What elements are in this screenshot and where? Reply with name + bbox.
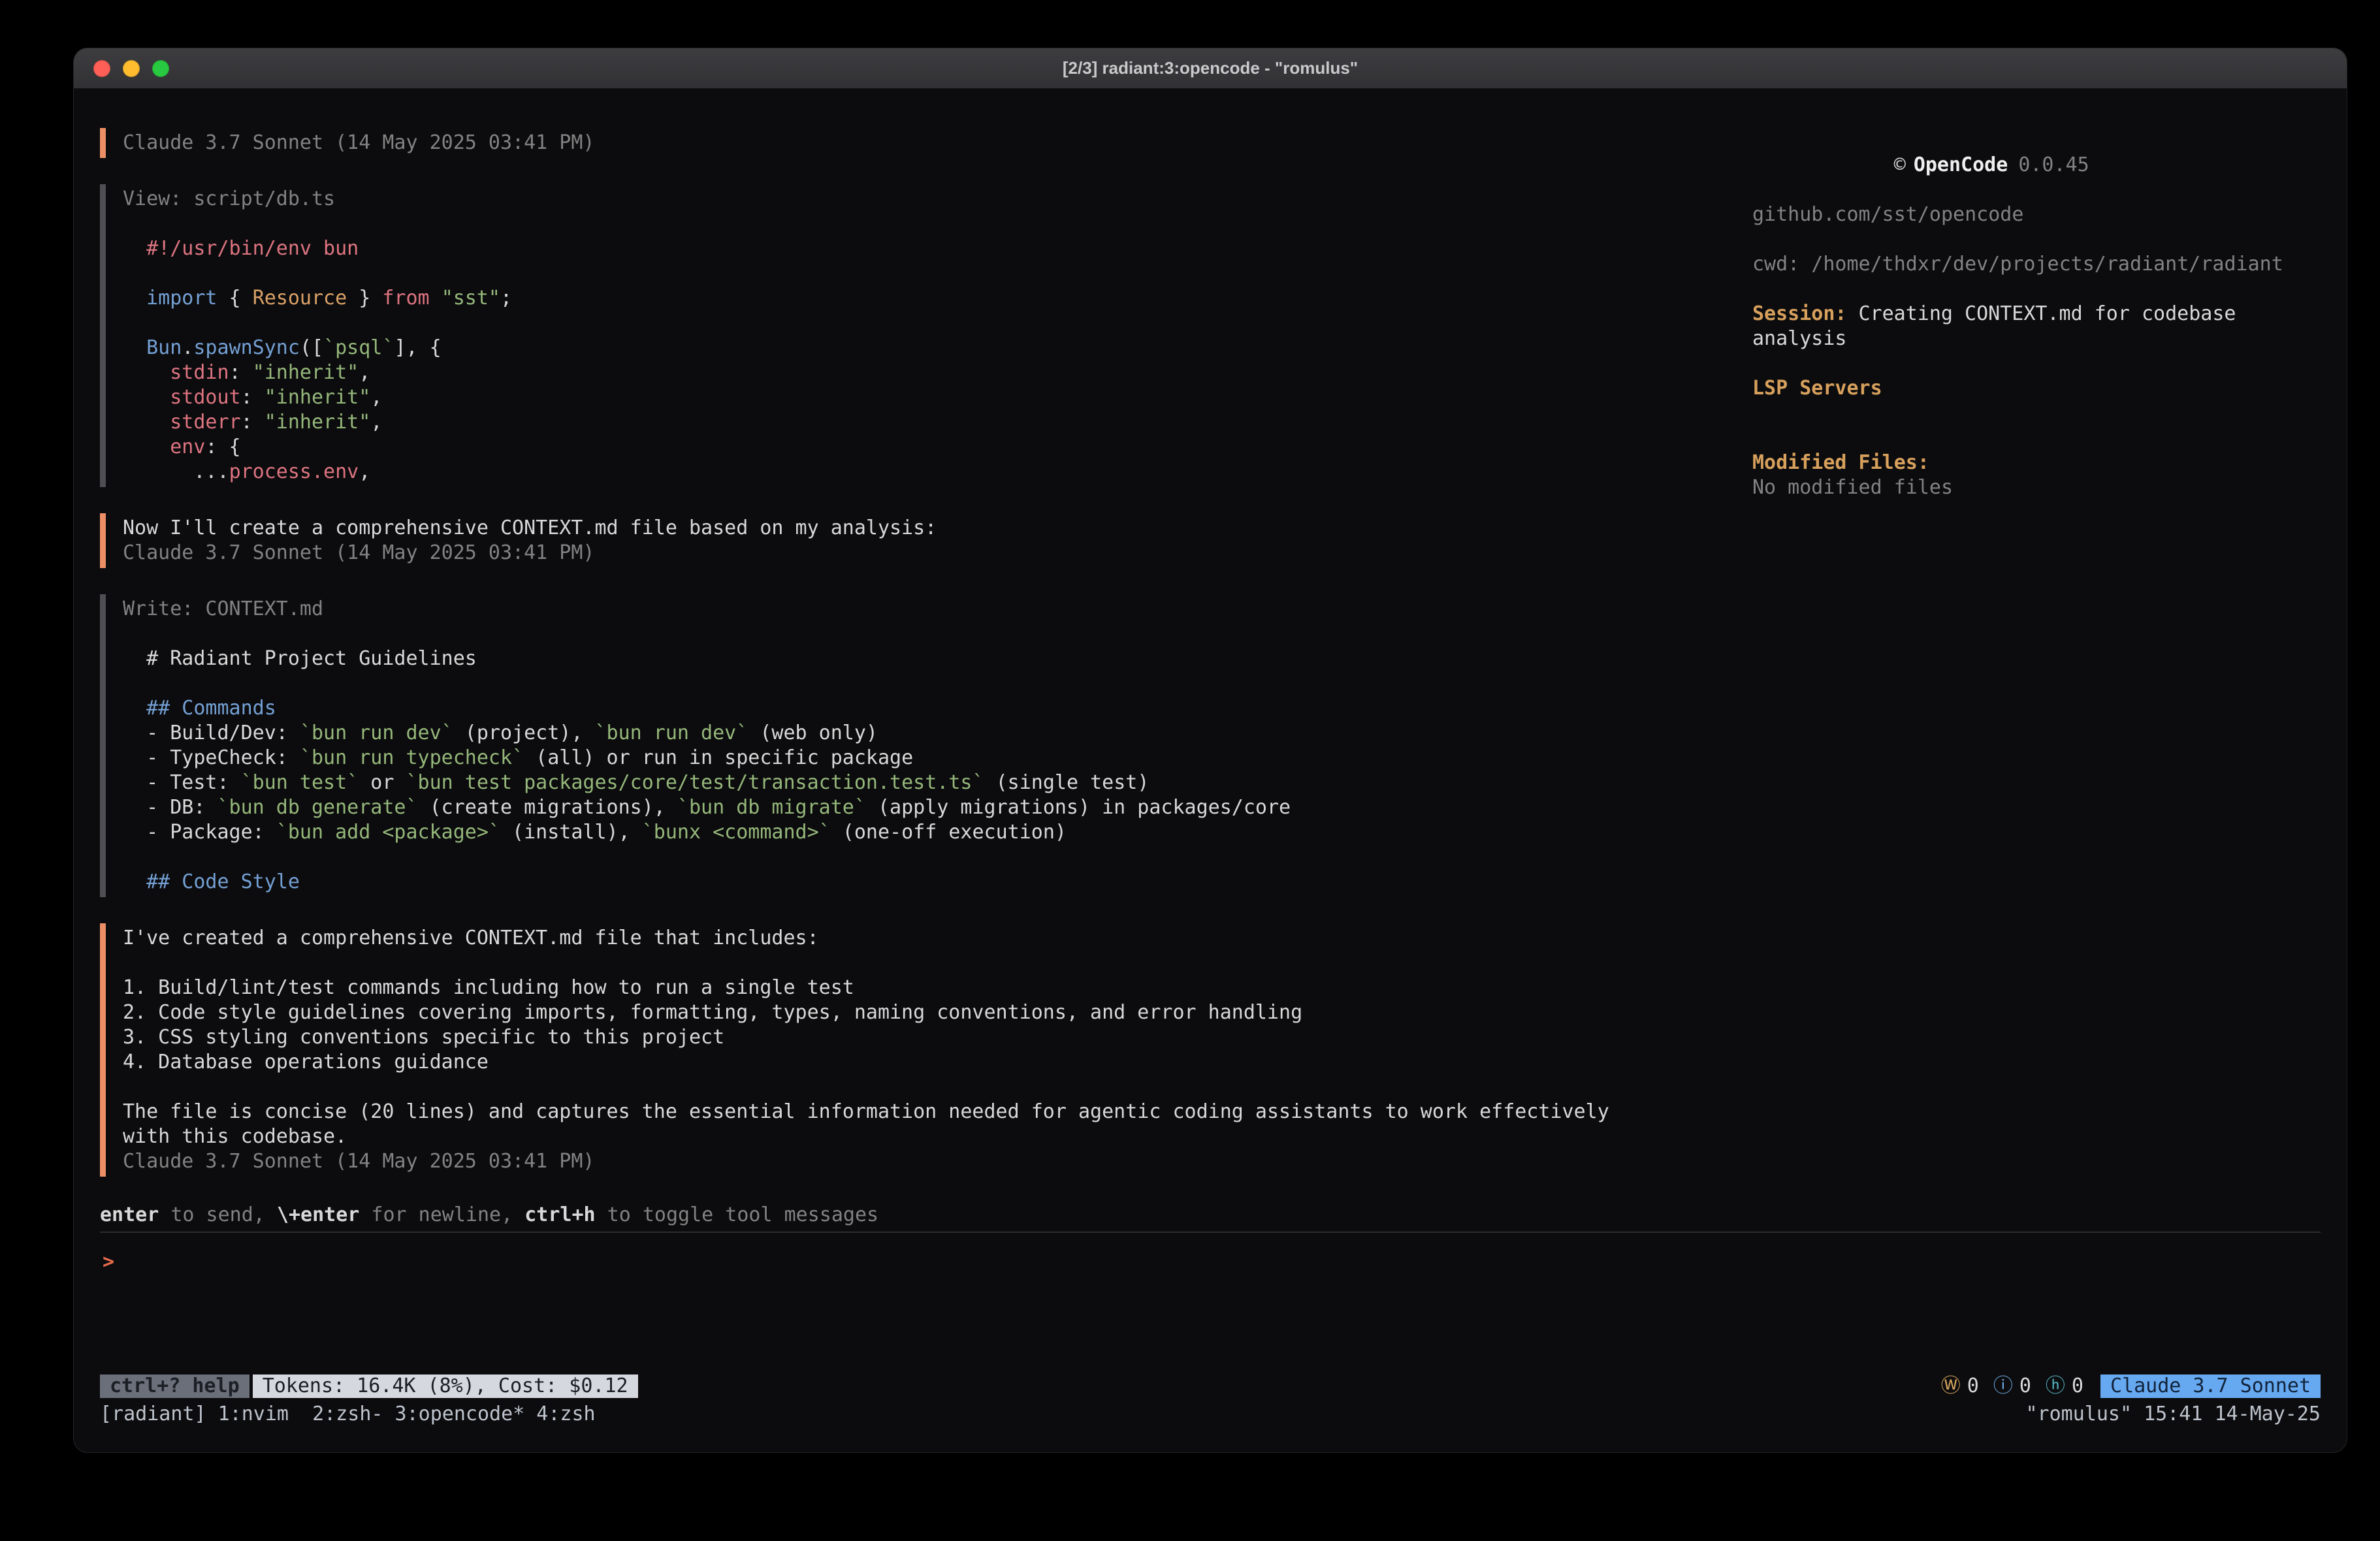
text-line — [123, 845, 1726, 870]
text-line: ## Commands — [123, 696, 1726, 721]
app-header: © OpenCode 0.0.45 — [1752, 128, 2321, 202]
assistant-message: Now I'll create a comprehensive CONTEXT.… — [100, 513, 1726, 568]
help-chip-label: ctrl+? help — [110, 1374, 240, 1397]
text-line: #!/usr/bin/env bun — [123, 236, 1726, 261]
repo-link: github.com/sst/opencode — [1752, 202, 2321, 227]
text-line: Bun.spawnSync([`psql`], { — [123, 336, 1726, 360]
input-help: enter to send, \+enter for newline, ctrl… — [100, 1203, 2321, 1228]
text-line — [123, 671, 1726, 696]
text-line: stdout: "inherit", — [123, 385, 1726, 410]
text-line: Now I'll create a comprehensive CONTEXT.… — [123, 516, 1726, 541]
tmux-session-info: "romulus" 15:41 14-May-25 — [2025, 1403, 2321, 1426]
warning-icon: Ⓦ — [1941, 1374, 1961, 1399]
text-line — [123, 1075, 1726, 1100]
zoom-button[interactable] — [152, 60, 169, 77]
text-line: ...process.env, — [123, 460, 1726, 485]
text-line: stdin: "inherit", — [123, 360, 1726, 385]
text-line: - DB: `bun db generate` (create migratio… — [123, 795, 1726, 820]
text-line: - TypeCheck: `bun run typecheck` (all) o… — [123, 746, 1726, 770]
titlebar[interactable]: [2/3] radiant:3:opencode - "romulus" — [74, 48, 2347, 89]
terminal-content: Claude 3.7 Sonnet (14 May 2025 03:41 PM)… — [74, 89, 2347, 1452]
text-line: enter to send, \+enter for newline, ctrl… — [100, 1203, 2321, 1228]
text-line: # Radiant Project Guidelines — [123, 646, 1726, 671]
text-line: - Build/Dev: `bun run dev` (project), `b… — [123, 721, 1726, 746]
text-line: Claude 3.7 Sonnet (14 May 2025 03:41 PM) — [123, 541, 1726, 565]
tool-write-block: Write: CONTEXT.md # Radiant Project Guid… — [100, 594, 1726, 897]
tool-view-block: View: script/db.ts #!/usr/bin/env bun im… — [100, 184, 1726, 487]
text-line: import { Resource } from "sst"; — [123, 286, 1726, 311]
session-line: Session:Creating CONTEXT.md for codebase… — [1752, 302, 2321, 351]
model-badge-label: Claude 3.7 Sonnet — [2110, 1374, 2311, 1397]
hint-icon: ⓗ — [2046, 1374, 2065, 1399]
text-line: 4. Database operations guidance — [123, 1050, 1726, 1075]
text-line: 1. Build/lint/test commands including ho… — [123, 976, 1726, 1000]
lsp-servers-label: LSP Servers — [1752, 376, 2321, 401]
tmux-window-list[interactable]: [radiant] 1:nvim 2:zsh- 3:opencode* 4:zs… — [100, 1403, 596, 1426]
info-count: 0 — [2019, 1374, 2031, 1399]
assistant-summary-message: I've created a comprehensive CONTEXT.md … — [100, 923, 1726, 1177]
text-line: Write: CONTEXT.md — [123, 597, 1726, 622]
app-name: OpenCode — [1914, 153, 2008, 176]
assistant-message-footer: Claude 3.7 Sonnet (14 May 2025 03:41 PM) — [100, 128, 1726, 158]
desktop-background: [2/3] radiant:3:opencode - "romulus" Cla… — [0, 0, 2380, 1541]
warning-count: 0 — [1967, 1374, 1979, 1399]
text-line: 3. CSS styling conventions specific to t… — [123, 1025, 1726, 1050]
text-line — [123, 951, 1726, 976]
text-line: with this codebase. — [123, 1124, 1726, 1149]
text-line: - Test: `bun test` or `bun test packages… — [123, 770, 1726, 795]
diagnostic-hints: ⓗ0 — [2046, 1374, 2083, 1399]
modified-files-empty: No modified files — [1752, 475, 2321, 500]
traffic-lights — [93, 60, 169, 77]
app-version: 0.0.45 — [2018, 153, 2089, 176]
text-line: View: script/db.ts — [123, 187, 1726, 212]
diagnostic-info: ⓘ0 — [1993, 1374, 2031, 1399]
prompt-symbol: > — [103, 1250, 114, 1273]
opencode-logo-icon: © — [1894, 153, 1906, 176]
terminal-window: [2/3] radiant:3:opencode - "romulus" Cla… — [73, 48, 2347, 1453]
text-line: 2. Code style guidelines covering import… — [123, 1000, 1726, 1025]
minimize-button[interactable] — [123, 60, 140, 77]
diagnostic-warnings: Ⓦ0 — [1941, 1374, 1979, 1399]
cwd-line: cwd: /home/thdxr/dev/projects/radiant/ra… — [1752, 252, 2321, 277]
text-line: Claude 3.7 Sonnet (14 May 2025 03:41 PM) — [123, 131, 1726, 155]
info-icon: ⓘ — [1993, 1374, 2013, 1399]
info-panel: ©OpenCode0.0.45 github.com/sst/opencode … — [1752, 128, 2321, 1203]
close-button[interactable] — [93, 60, 110, 77]
message-input[interactable]: > — [100, 1231, 2321, 1367]
text-line — [123, 212, 1726, 236]
model-badge[interactable]: Claude 3.7 Sonnet — [2100, 1374, 2321, 1398]
text-line: The file is concise (20 lines) and captu… — [123, 1100, 1726, 1124]
text-line — [123, 261, 1726, 286]
hint-count: 0 — [2072, 1374, 2083, 1399]
tmux-statusbar: [radiant] 1:nvim 2:zsh- 3:opencode* 4:zs… — [100, 1403, 2321, 1426]
help-chip[interactable]: ctrl+? help — [100, 1374, 249, 1398]
text-line: Claude 3.7 Sonnet (14 May 2025 03:41 PM) — [123, 1149, 1726, 1174]
modified-files-label: Modified Files: — [1752, 451, 2321, 475]
tokens-cost-label: Tokens: 16.4K (8%), Cost: $0.12 — [263, 1374, 628, 1397]
window-title: [2/3] radiant:3:opencode - "romulus" — [74, 58, 2347, 78]
chat-column: Claude 3.7 Sonnet (14 May 2025 03:41 PM)… — [100, 128, 1726, 1203]
text-line: - Package: `bun add <package>` (install)… — [123, 820, 1726, 845]
main-area: Claude 3.7 Sonnet (14 May 2025 03:41 PM)… — [100, 89, 2321, 1203]
text-line: I've created a comprehensive CONTEXT.md … — [123, 926, 1726, 951]
text-line: env: { — [123, 435, 1726, 460]
status-bar: ctrl+? help Tokens: 16.4K (8%), Cost: $0… — [100, 1374, 2321, 1398]
text-line — [123, 311, 1726, 336]
diagnostics: Ⓦ0 ⓘ0 ⓗ0 — [1941, 1374, 2083, 1399]
text-line — [123, 622, 1726, 646]
tokens-cost-chip: Tokens: 16.4K (8%), Cost: $0.12 — [253, 1374, 638, 1398]
session-label: Session: — [1752, 302, 1847, 325]
text-line: stderr: "inherit", — [123, 410, 1726, 435]
text-line: ## Code Style — [123, 870, 1726, 895]
